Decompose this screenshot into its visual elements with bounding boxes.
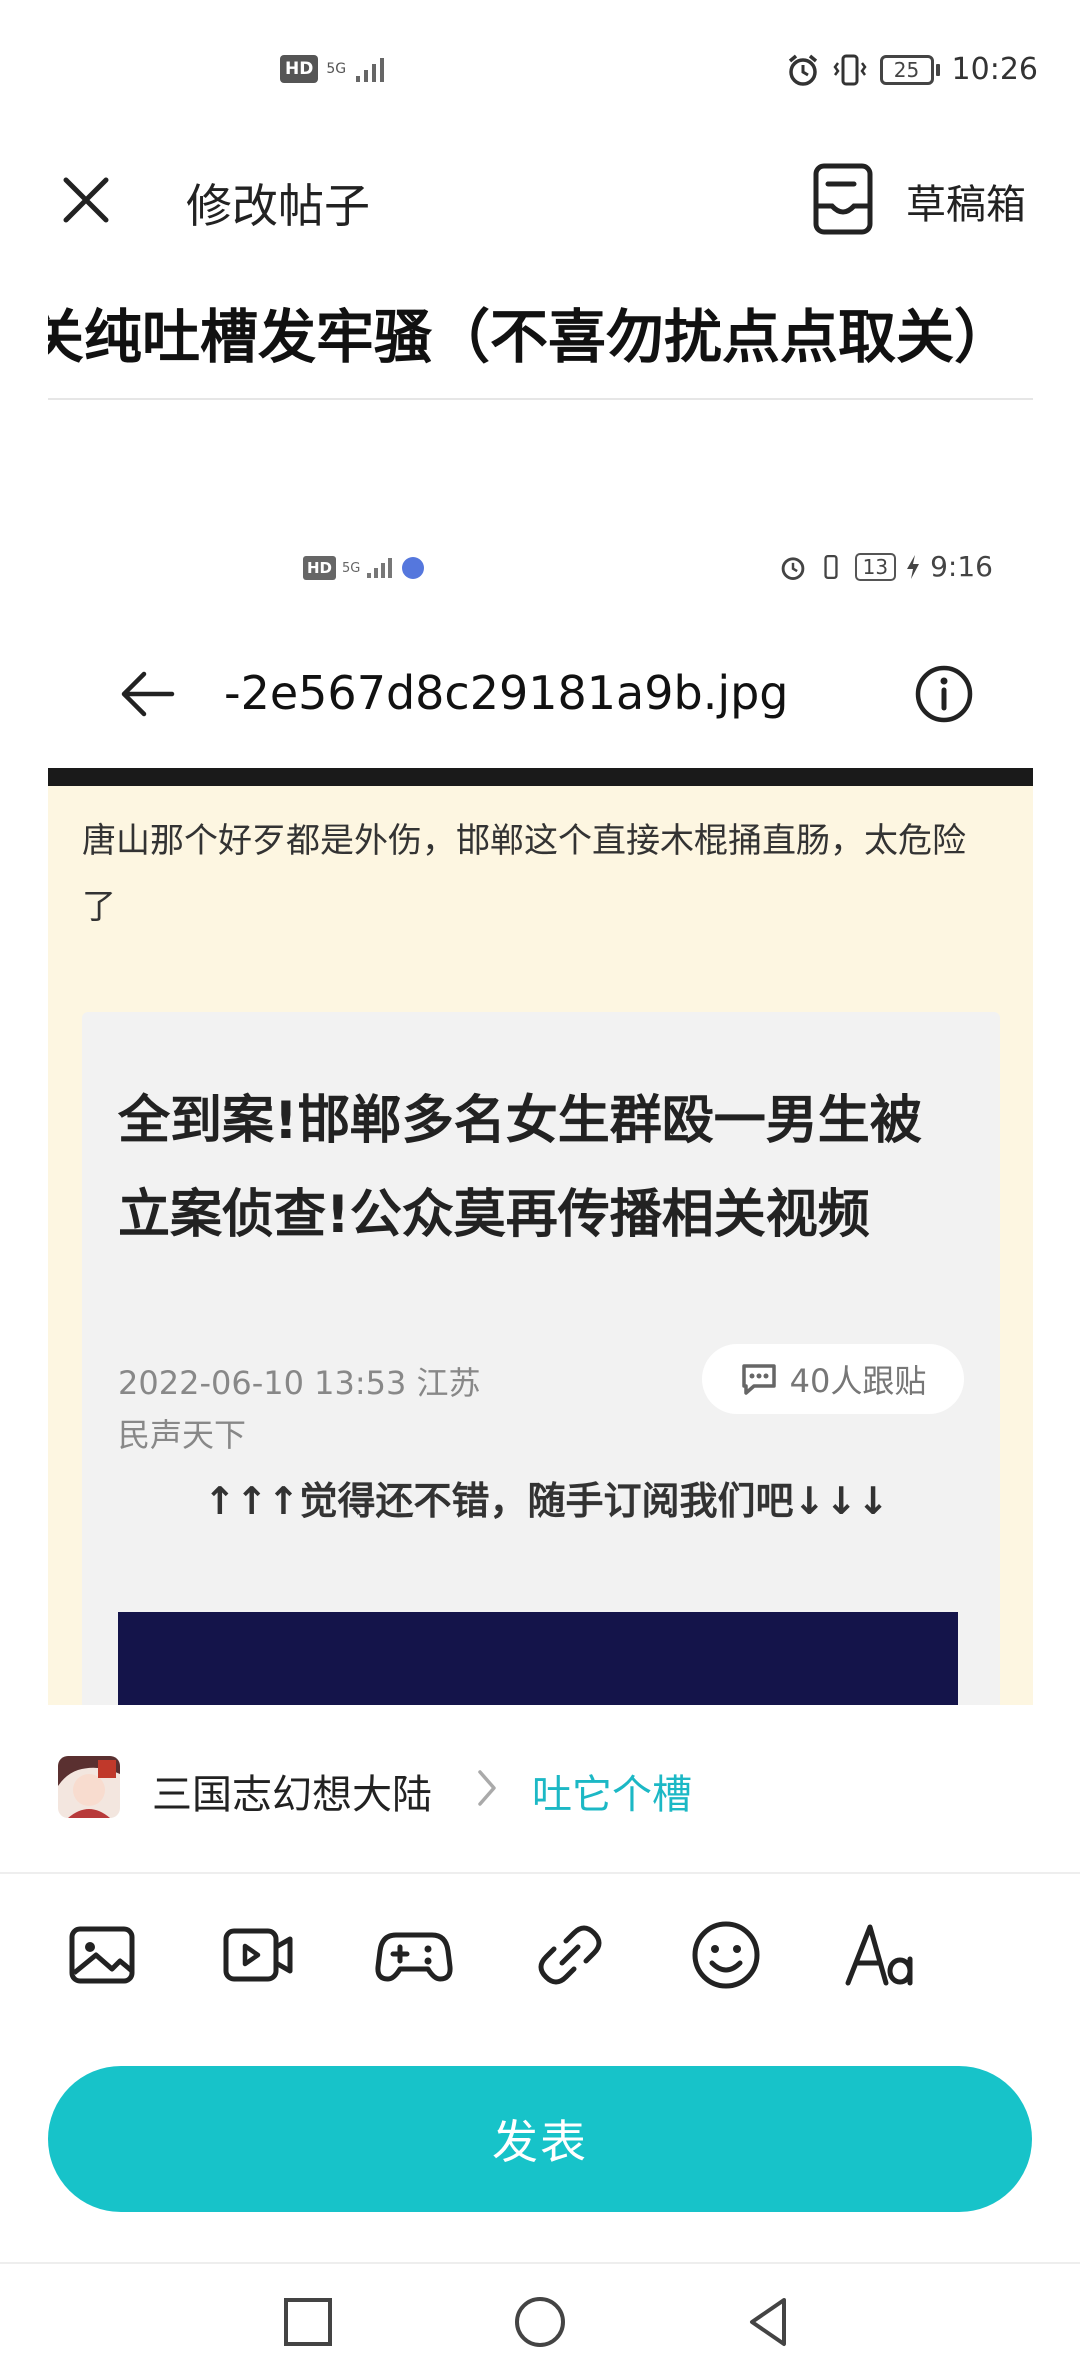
embedded-network-type: 5G	[342, 560, 361, 576]
drafts-icon[interactable]	[808, 162, 878, 238]
post-title-input[interactable]: 关纯吐槽发牢骚（不喜勿扰点点取关）	[48, 290, 1033, 370]
top-app-bar: 修改帖子 草稿箱	[0, 150, 1080, 250]
embedded-divider-bar	[48, 768, 1033, 786]
music-icon	[402, 557, 425, 579]
vibrate-icon	[832, 54, 867, 85]
forum-avatar	[58, 1756, 120, 1818]
embedded-image[interactable]: HD 5G 13 9:16 -2e567d8c29181a9b.jpg 唐山那个…	[48, 510, 1033, 1705]
gamepad-icon[interactable]	[374, 1915, 454, 1995]
status-bar-left: HD 5G	[280, 54, 390, 84]
subscribe-text: ↑↑↑觉得还不错，随手订阅我们吧↓↓↓	[204, 1479, 890, 1523]
info-icon	[915, 665, 973, 723]
image-icon[interactable]	[62, 1915, 142, 1995]
title-divider	[48, 398, 1033, 400]
video-thumbnail	[118, 1612, 958, 1705]
embedded-content: 唐山那个好歹都是外伤，邯郸这个直接木棍捅直肠，太危险了 全到案!邯郸多名女生群殴…	[48, 786, 1033, 1705]
network-type: 5G	[326, 61, 347, 77]
status-bar: HD 5G 25 10:26	[0, 0, 1080, 150]
follow-count: 40人跟贴	[789, 1362, 927, 1400]
forum-name: 三国志幻想大陆	[152, 1772, 432, 1818]
article-source: 民声天下	[118, 1416, 247, 1454]
battery-icon: 25	[879, 54, 940, 85]
embedded-status-right: 13 9:16	[779, 550, 993, 583]
embedded-hd-badge: HD	[303, 556, 337, 580]
video-icon[interactable]	[218, 1915, 298, 1995]
comment-icon	[741, 1364, 776, 1395]
signal-icon	[356, 58, 385, 82]
embedded-alarm-icon	[781, 556, 804, 580]
article-meta: 2022-06-10 13:53 江苏 民声天下	[118, 1357, 481, 1461]
page-title: 修改帖子	[186, 179, 370, 233]
charging-icon	[907, 554, 920, 579]
article-card: 全到案!邯郸多名女生群殴一男生被立案侦查!公众莫再传播相关视频 2022-06-…	[82, 1012, 1000, 1705]
embedded-battery: 13	[854, 552, 897, 581]
drafts-button[interactable]: 草稿箱	[906, 172, 1026, 230]
close-button[interactable]	[56, 170, 116, 230]
embedded-signal-icon	[367, 558, 393, 578]
back-icon[interactable]	[738, 2290, 802, 2354]
system-nav-bar	[0, 2262, 1080, 2376]
post-title-text: 关纯吐槽发牢骚（不喜勿扰点点取关）	[48, 303, 1013, 370]
embedded-comment: 唐山那个好歹都是外伤，邯郸这个直接木棍捅直肠，太危险了	[82, 821, 966, 927]
follow-badge: 40人跟贴	[702, 1344, 964, 1414]
home-icon[interactable]	[508, 2290, 572, 2354]
article-title: 全到案!邯郸多名女生群殴一男生被立案侦查!公众莫再传播相关视频	[118, 1091, 922, 1245]
embedded-vibrate-icon	[824, 554, 838, 579]
forum-section[interactable]: 吐它个槽	[532, 1762, 692, 1820]
clock: 10:26	[951, 52, 1038, 87]
battery-level: 25	[879, 54, 934, 85]
editor-toolbar	[0, 1905, 1080, 2005]
embedded-status-left: HD 5G	[303, 556, 425, 580]
hd-badge: HD	[280, 55, 319, 83]
link-icon[interactable]	[530, 1915, 610, 1995]
embedded-header: -2e567d8c29181a9b.jpg	[48, 640, 1033, 740]
recent-apps-icon[interactable]	[276, 2290, 340, 2354]
back-arrow-icon	[121, 671, 175, 717]
forum-avatar-image	[58, 1756, 120, 1818]
text-format-icon[interactable]	[842, 1915, 922, 1995]
embedded-filename: -2e567d8c29181a9b.jpg	[224, 666, 789, 720]
embedded-status-bar: HD 5G 13 9:16	[48, 550, 1033, 600]
alarm-icon	[788, 54, 817, 86]
row-divider	[0, 1872, 1080, 1874]
status-bar-right: 25 10:26	[786, 52, 1038, 87]
publish-button[interactable]: 发表	[48, 2066, 1032, 2212]
embedded-clock: 9:16	[930, 550, 993, 583]
chevron-right-icon	[478, 1770, 496, 1806]
forum-selector[interactable]: 三国志幻想大陆 吐它个槽	[0, 1720, 1080, 1860]
emoji-icon[interactable]	[686, 1915, 766, 1995]
article-date-location: 2022-06-10 13:53 江苏	[118, 1364, 481, 1402]
